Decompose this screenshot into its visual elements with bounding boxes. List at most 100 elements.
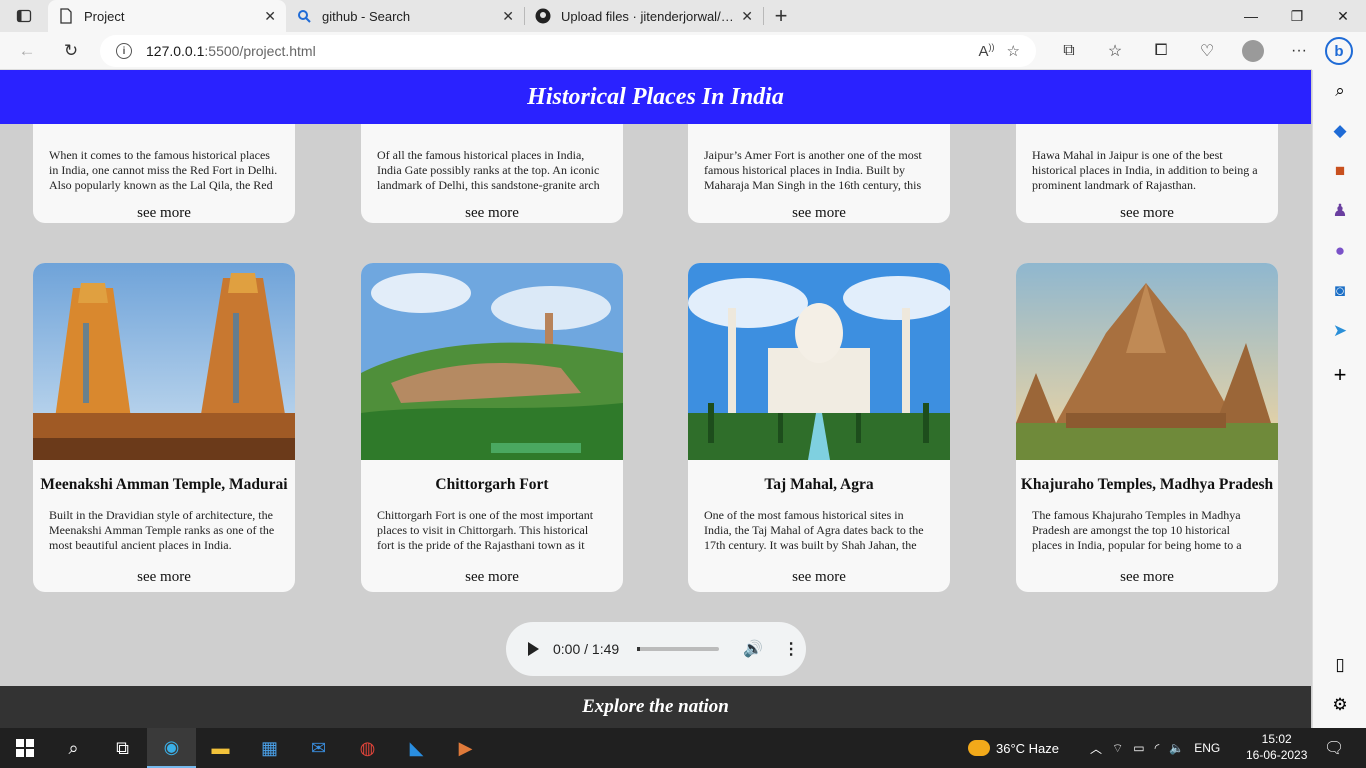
address-bar[interactable]: i 127.0.0.1:5500/project.html A)) ☆ bbox=[100, 35, 1036, 67]
tab-title: github - Search bbox=[322, 8, 411, 24]
browser-tab-strip: Project ✕ github - Search ✕ Upload files… bbox=[0, 0, 1366, 32]
see-more-button[interactable]: see more bbox=[688, 569, 950, 586]
taj-mahal-image bbox=[688, 263, 950, 460]
close-icon[interactable]: ✕ bbox=[741, 8, 753, 25]
place-card-hawa-mahal: Hawa Mahal in Jaipur is one of the best … bbox=[1016, 110, 1278, 223]
see-more-button[interactable]: see more bbox=[361, 569, 623, 586]
chittorgarh-fort-image bbox=[361, 263, 623, 460]
read-aloud-icon[interactable]: A)) bbox=[979, 42, 995, 60]
audio-more-icon[interactable]: ⋮ bbox=[783, 639, 799, 659]
info-icon[interactable]: i bbox=[116, 43, 132, 59]
site-header: Historical Places In India bbox=[0, 70, 1311, 124]
chevron-up-icon[interactable]: ︿ bbox=[1090, 740, 1102, 757]
card-description: The famous Khajuraho Temples in Madhya P… bbox=[1032, 508, 1242, 552]
web-page: Historical Places In India When it comes… bbox=[0, 70, 1312, 728]
performance-icon[interactable]: ♡ bbox=[1184, 41, 1230, 61]
bing-chat-button[interactable]: b bbox=[1312, 32, 1366, 70]
url-host: 127.0.0.1 bbox=[146, 43, 205, 59]
vscode-icon[interactable]: ◣ bbox=[392, 728, 441, 768]
tools-icon[interactable]: ■ bbox=[1313, 156, 1366, 186]
url-path: :5500/project.html bbox=[204, 43, 316, 59]
card-description: Chittorgarh Fort is one of the most impo… bbox=[377, 508, 594, 552]
mail-icon[interactable]: ✉ bbox=[294, 728, 343, 768]
media-player-icon[interactable]: ▶ bbox=[441, 728, 490, 768]
browser-toolbar: ← ↻ i 127.0.0.1:5500/project.html A)) ☆ … bbox=[0, 32, 1366, 70]
place-card-meenakshi: Meenakshi Amman Temple, Madurai Built in… bbox=[33, 263, 295, 592]
see-more-button[interactable]: see more bbox=[33, 569, 295, 586]
sidebar-toggle-icon[interactable]: ▯ bbox=[1313, 650, 1366, 680]
weather-haze-icon bbox=[968, 740, 990, 756]
place-card-amer-fort: Jaipur’s Amer Fort is another one of the… bbox=[688, 110, 950, 223]
bing-icon: b bbox=[1325, 37, 1353, 65]
tab-actions-icon[interactable] bbox=[0, 0, 48, 32]
place-card-red-fort: When it comes to the famous historical p… bbox=[33, 110, 295, 223]
wifi-icon[interactable]: ◜ bbox=[1155, 741, 1160, 755]
see-more-button[interactable]: see more bbox=[688, 205, 950, 222]
tab-project[interactable]: Project ✕ bbox=[48, 0, 286, 32]
footer-text: Explore the nation bbox=[582, 696, 729, 717]
windows-start-icon[interactable] bbox=[0, 728, 49, 768]
clock[interactable]: 15:02 16-06-2023 bbox=[1246, 731, 1307, 763]
search-icon[interactable]: ⌕ bbox=[49, 728, 98, 768]
file-explorer-icon[interactable]: ▬ bbox=[196, 728, 245, 768]
site-footer: Explore the nation bbox=[0, 686, 1311, 728]
task-view-icon[interactable]: ⧉ bbox=[98, 728, 147, 768]
card-description: One of the most famous historical sites … bbox=[704, 508, 924, 552]
window-controls: — ❐ ✕ bbox=[1228, 0, 1366, 32]
weather-widget[interactable]: 36°C Haze bbox=[968, 740, 1059, 756]
close-icon[interactable]: ✕ bbox=[502, 8, 514, 25]
see-more-button[interactable]: see more bbox=[1016, 205, 1278, 222]
chrome-icon[interactable]: ◍ bbox=[343, 728, 392, 768]
store-icon[interactable]: ▦ bbox=[245, 728, 294, 768]
network-icon[interactable]: ⌔ bbox=[1112, 741, 1123, 756]
place-card-india-gate: Of all the famous historical places in I… bbox=[361, 110, 623, 223]
volume-icon[interactable]: 🔊 bbox=[743, 639, 763, 659]
back-arrow-icon[interactable]: ← bbox=[8, 35, 46, 67]
khajuraho-temple-image bbox=[1016, 263, 1278, 460]
tab-github-search[interactable]: github - Search ✕ bbox=[286, 0, 524, 32]
search-icon bbox=[296, 8, 312, 24]
place-card-taj-mahal: Taj Mahal, Agra One of the most famous h… bbox=[688, 263, 950, 592]
favorites-icon[interactable]: ☆ bbox=[1092, 41, 1138, 61]
card-description: Built in the Dravidian style of architec… bbox=[49, 508, 275, 552]
tab-upload-files[interactable]: Upload files · jitenderjorwal/proje ✕ bbox=[525, 0, 763, 32]
games-icon[interactable]: ♟ bbox=[1313, 196, 1366, 226]
audio-progress-slider[interactable] bbox=[637, 647, 720, 651]
battery-icon[interactable]: ▭ bbox=[1133, 741, 1144, 755]
extensions-icon[interactable]: ⧉ bbox=[1046, 42, 1092, 60]
settings-gear-icon[interactable]: ⚙ bbox=[1313, 690, 1366, 720]
weather-text: 36°C Haze bbox=[996, 740, 1060, 756]
meenakshi-temple-image bbox=[33, 263, 295, 460]
see-more-button[interactable]: see more bbox=[361, 205, 623, 222]
language-indicator[interactable]: ENG bbox=[1194, 741, 1220, 755]
profile-avatar[interactable] bbox=[1242, 40, 1264, 62]
search-icon[interactable]: ⌕ bbox=[1313, 76, 1366, 106]
edge-sidebar: ⌕ ◆ ■ ♟ ● ◙ ➤ + ▯ ⚙ bbox=[1312, 70, 1366, 728]
card-description: Hawa Mahal in Jaipur is one of the best … bbox=[1032, 148, 1258, 192]
audio-time: 0:00 / 1:49 bbox=[553, 641, 620, 657]
microsoft365-icon[interactable]: ● bbox=[1313, 236, 1366, 266]
play-icon[interactable] bbox=[528, 642, 539, 656]
collections-icon[interactable]: ⧠ bbox=[1138, 42, 1184, 60]
outlook-icon[interactable]: ◙ bbox=[1313, 276, 1366, 306]
clock-time: 15:02 bbox=[1261, 732, 1292, 746]
restore-icon[interactable]: ❐ bbox=[1274, 0, 1320, 32]
edge-taskbar-icon[interactable]: ◉ bbox=[147, 728, 196, 768]
refresh-icon[interactable]: ↻ bbox=[52, 35, 90, 67]
windows-taskbar: ⌕ ⧉ ◉ ▬ ▦ ✉ ◍ ◣ ▶ 36°C Haze ︿ ⌔ ▭ ◜ 🔈 EN… bbox=[0, 728, 1366, 768]
minimize-icon[interactable]: — bbox=[1228, 0, 1274, 32]
card-title: Chittorgarh Fort bbox=[435, 476, 549, 493]
add-app-icon[interactable]: + bbox=[1313, 360, 1366, 390]
shopping-icon[interactable]: ◆ bbox=[1313, 116, 1366, 146]
add-favorite-icon[interactable]: ☆ bbox=[1007, 42, 1020, 60]
see-more-button[interactable]: see more bbox=[1016, 569, 1278, 586]
page-icon bbox=[58, 8, 74, 24]
new-tab-icon[interactable]: + bbox=[764, 0, 798, 32]
see-more-button[interactable]: see more bbox=[33, 205, 295, 222]
drop-icon[interactable]: ➤ bbox=[1313, 316, 1366, 346]
notification-icon[interactable]: 🗨 bbox=[1324, 738, 1344, 758]
volume-icon[interactable]: 🔈 bbox=[1169, 741, 1184, 755]
tab-title: Upload files · jitenderjorwal/proje bbox=[561, 8, 736, 24]
window-close-icon[interactable]: ✕ bbox=[1320, 0, 1366, 32]
close-icon[interactable]: ✕ bbox=[264, 8, 276, 25]
